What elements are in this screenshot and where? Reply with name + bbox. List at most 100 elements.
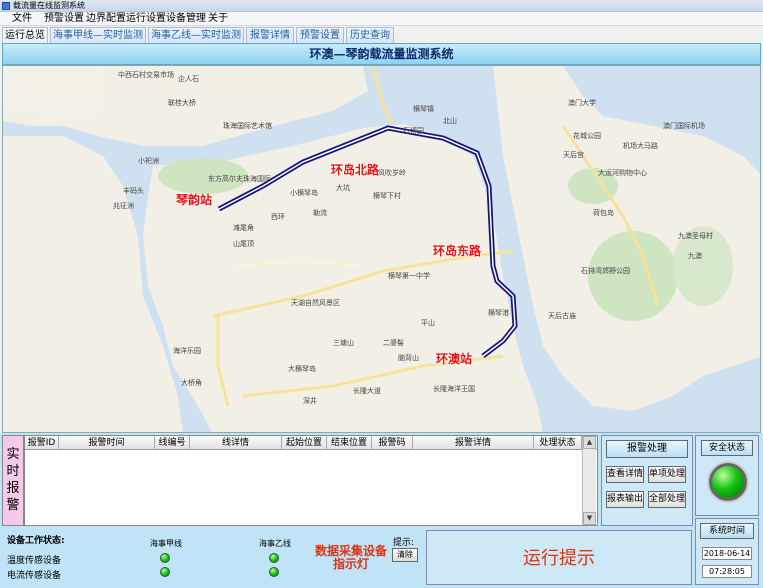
map-place: 花城公园 [573, 132, 601, 140]
col-header[interactable]: 报警ID [25, 436, 59, 450]
map-place: 深井 [303, 397, 317, 405]
map-place: 联桂大桥 [168, 99, 196, 107]
system-clock: 07:28:05 [702, 565, 752, 578]
road-label-east: 环岛东路 [433, 244, 482, 258]
map-place: 滩尾角 [233, 224, 254, 232]
tab-overview[interactable]: 运行总览 [2, 27, 48, 43]
alarm-table-scrollbar[interactable]: ▲ ▼ [582, 436, 596, 525]
map-place: 澳门国际机场 [663, 122, 705, 130]
safety-status-light [709, 463, 747, 501]
system-time-panel: 系统时间 2018-06-14 07:28:05 [695, 518, 759, 585]
col-header[interactable]: 线详情 [190, 436, 282, 450]
menu-alarm-settings[interactable]: 预警设置 [44, 12, 84, 26]
map-place: 企人石 [178, 75, 199, 83]
map-place: 东方高尔夫珠海国际 [208, 175, 271, 183]
map-place: 北山 [443, 117, 457, 125]
alarm-table[interactable]: 报警ID 报警时间 线编号 线详情 起始位置 结束位置 报警码 报警详情 处理状… [24, 435, 598, 526]
station-label-start: 琴韵站 [176, 193, 213, 207]
window-titlebar: 载流量在线监测系统 [0, 0, 763, 12]
alarm-handling-title[interactable]: 报警处理 [606, 440, 688, 458]
alarm-handling-panel: 报警处理 查看详情 单项处理 报表输出 全部处理 [601, 435, 693, 526]
col-header[interactable]: 结束位置 [327, 436, 372, 450]
map-place: 大坑 [336, 184, 350, 192]
system-time-label[interactable]: 系统时间 [700, 523, 754, 539]
map-place: 中西石村交易市场 [118, 71, 174, 79]
map-place: 长隆大道 [353, 387, 381, 395]
collect-device-indicator-title: 数据采集设备 指示灯 [315, 544, 388, 571]
map-place: 九澳圣母村 [678, 232, 713, 240]
road-label-north: 环岛北路 [331, 163, 380, 177]
map-place: 天后宫 [563, 151, 584, 159]
map-place: 横琴下村 [373, 192, 401, 200]
map-place: 石博园 [403, 127, 424, 135]
map-place: 三塘山 [333, 339, 354, 347]
menu-about[interactable]: 关于 [208, 12, 228, 26]
menu-file[interactable]: 文件 [12, 12, 32, 26]
route-map[interactable]: 中西石村交易市场 企人石 联桂大桥 珠海国际艺术馆 小祀洲 丰码头 兆征洲 东方… [2, 65, 761, 433]
map-place: 横琴港 [488, 309, 509, 317]
map-place: 荷包岛 [593, 209, 614, 217]
map-place: 小横琴岛 [290, 189, 318, 197]
station-label-end: 环澳站 [436, 352, 473, 366]
menu-device-management[interactable]: 设备管理 [166, 12, 206, 26]
map-place: 横琴镇 [413, 105, 434, 113]
map-place: 机场大马路 [623, 142, 658, 150]
tab-alarm-details[interactable]: 报警详情 [246, 27, 294, 43]
map-place: 澳门大学 [568, 99, 596, 107]
channel-a-label: 海事甲线 [150, 539, 182, 548]
map-place: 大桥角 [181, 379, 202, 387]
tab-bar: 运行总览 海事甲线—实时监测 海事乙线—实时监测 报警详情 预警设置 历史查询 [0, 26, 763, 43]
col-header[interactable]: 处理状态 [534, 436, 582, 450]
map-place: 小祀洲 [138, 157, 159, 165]
current-sensor-label: 电流传感设备 [7, 571, 62, 581]
map-place: 石排湾郊野公园 [581, 267, 630, 275]
tab-history-query[interactable]: 历史查询 [346, 27, 394, 43]
system-title: 环澳—琴韵载流量监测系统 [309, 47, 454, 61]
map-canvas [3, 66, 760, 432]
window-title: 载流量在线监测系统 [13, 1, 85, 10]
tab-line-a-monitor[interactable]: 海事甲线—实时监测 [50, 27, 146, 43]
map-place: 丰码头 [123, 187, 144, 195]
map-place: 平山 [421, 319, 435, 327]
map-place: 横琴第一中学 [388, 272, 430, 280]
scroll-down-icon[interactable]: ▼ [583, 512, 596, 525]
tab-line-b-monitor[interactable]: 海事乙线—实时监测 [148, 27, 244, 43]
scroll-up-icon[interactable]: ▲ [583, 436, 596, 449]
led-temp-a [160, 553, 170, 563]
view-details-button[interactable]: 查看详情 [606, 466, 644, 483]
led-current-a [160, 567, 170, 577]
col-header[interactable]: 起始位置 [282, 436, 327, 450]
map-place: 风吹岁岭 [378, 169, 406, 177]
clear-button[interactable]: 清除 [392, 548, 418, 562]
map-place: 海洋乐园 [173, 347, 201, 355]
col-header[interactable]: 报警时间 [59, 436, 155, 450]
tab-alarm-settings[interactable]: 预警设置 [296, 27, 344, 43]
map-place: 山尾顶 [233, 240, 254, 248]
menu-boundary-config[interactable]: 边界配置 [86, 12, 126, 26]
col-header[interactable]: 报警码 [372, 436, 413, 450]
col-header[interactable]: 线编号 [155, 436, 190, 450]
map-place: 脑背山 [398, 354, 419, 362]
green-coloane-park [588, 231, 678, 321]
map-place: 西环 [271, 213, 285, 221]
run-hint-text: 运行提示 [523, 548, 595, 569]
hint-label: 提示: [393, 538, 415, 548]
led-temp-b [269, 553, 279, 563]
system-header: 环澳—琴韵载流量监测系统 [2, 43, 761, 65]
map-place: 天后古庙 [548, 312, 576, 320]
app-icon [2, 2, 10, 10]
map-place: 九澳 [688, 252, 702, 260]
single-handle-button[interactable]: 单项处理 [648, 466, 686, 483]
map-place: 珠海国际艺术馆 [223, 122, 272, 130]
menu-bar: 文件 预警设置 边界配置 运行设置 设备管理 关于 [0, 12, 763, 26]
menu-run-settings[interactable]: 运行设置 [126, 12, 166, 26]
handle-all-button[interactable]: 全部处理 [648, 491, 686, 508]
map-place: 兆征洲 [113, 202, 134, 210]
device-status-title: 设备工作状态: [7, 536, 65, 546]
map-place: 二婆髻 [383, 339, 404, 347]
channel-b-label: 海事乙线 [259, 539, 291, 548]
safety-status-label[interactable]: 安全状态 [701, 440, 753, 456]
map-place: 大运河购物中心 [598, 169, 647, 177]
report-export-button[interactable]: 报表输出 [606, 491, 644, 508]
col-header[interactable]: 报警详情 [413, 436, 534, 450]
